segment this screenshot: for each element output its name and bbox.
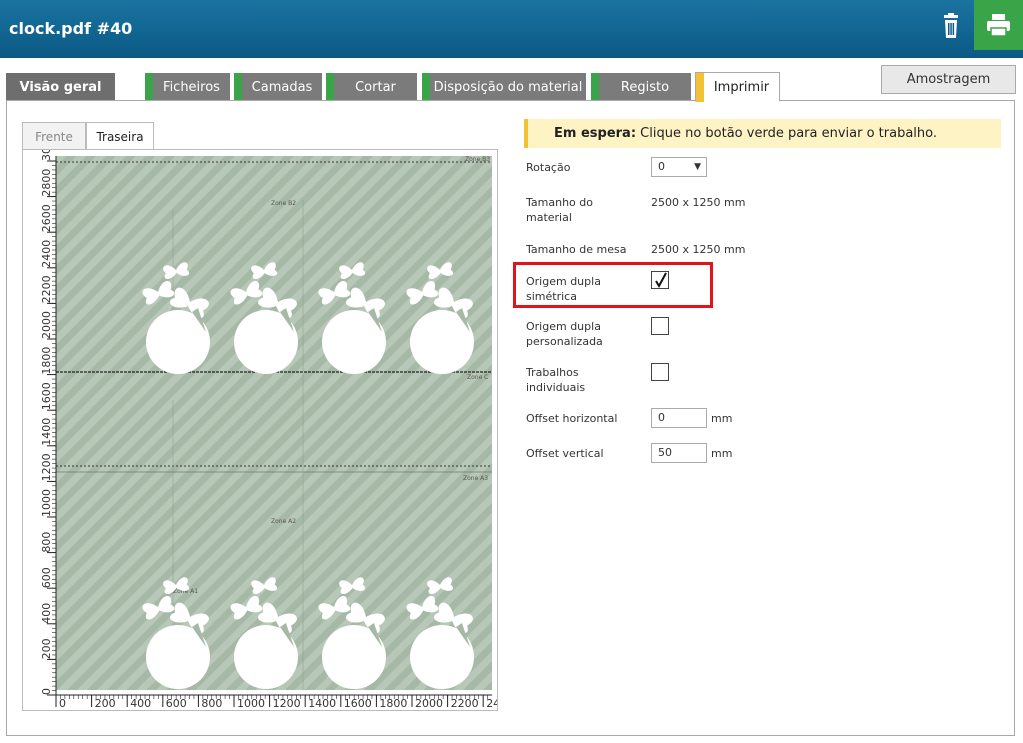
tab-cut[interactable]: Cortar (326, 73, 417, 102)
ruler-tick-label: 800 (201, 697, 222, 710)
table-size-label: Tamanho de mesa (526, 243, 627, 256)
zone-edge-label: Zone C (467, 374, 488, 381)
ruler-tick-label: 600 (40, 567, 53, 588)
ruler-tick-label: 2400 (40, 240, 53, 268)
tab-layers[interactable]: Camadas (234, 73, 322, 102)
ruler-tick-label: 200 (95, 697, 116, 710)
offset-vertical-unit: mm (711, 447, 733, 460)
offset-vertical-label: Offset vertical (526, 447, 604, 460)
zone-label: Zone A2 (271, 518, 296, 525)
individual-jobs-checkbox[interactable] (651, 363, 669, 381)
ruler-tick-label: 2800 (40, 169, 53, 197)
tab-label: Ficheiros (163, 80, 220, 95)
checkmark-icon (655, 272, 667, 289)
status-message: Clique no botão verde para enviar o trab… (640, 126, 938, 141)
dual-origin-symmetric-label: Origem dupla simétrica (526, 275, 601, 303)
ruler-tick-label: 0 (59, 697, 66, 710)
ruler-tick-label: 1000 (40, 489, 53, 517)
rotation-select[interactable]: 0 ▼ (651, 157, 707, 177)
subtab-front[interactable]: Frente (22, 122, 86, 150)
tab-label: Visão geral (19, 80, 102, 95)
tab-status-mark (145, 73, 153, 102)
ruler-tick-label: 200 (40, 638, 53, 659)
offset-horizontal-label: Offset horizontal (526, 412, 618, 425)
ruler-tick-label: 400 (130, 697, 151, 710)
ruler-tick-label: 2200 (40, 275, 53, 303)
tab-status-mark (422, 73, 430, 102)
tab-label: Camadas (251, 80, 313, 95)
printer-icon (987, 14, 1010, 37)
ruler-tick-label: 1800 (40, 347, 53, 375)
ruler-tick-label: 1600 (40, 382, 53, 410)
trash-icon[interactable] (933, 6, 969, 46)
ruler-tick-label: 3000 (40, 150, 53, 161)
ruler-tick-label: 2600 (40, 204, 53, 232)
tab-status-mark (591, 73, 599, 102)
tab-print[interactable]: Imprimir (695, 72, 780, 102)
ruler-tick-label: 2000 (40, 311, 53, 339)
tab-files[interactable]: Ficheiros (145, 73, 230, 102)
tab-registration[interactable]: Registo (591, 73, 691, 102)
chevron-down-icon: ▼ (694, 162, 701, 172)
ruler-tick-label: 24 (486, 697, 497, 710)
rotation-label: Rotação (526, 161, 571, 174)
dual-origin-custom-checkbox[interactable] (651, 317, 669, 335)
ruler-tick-label: 2200 (451, 697, 479, 710)
rotation-value: 0 (658, 160, 665, 173)
horizontal-ruler: 0 200 400 600 800 1000 1200 1400 1600 1800 2000 220… (55, 695, 500, 710)
ruler-tick-label: 800 (40, 532, 53, 553)
zone-edge-label: Zone A3 (463, 475, 488, 482)
zone-edge-label: Zone B3 (465, 156, 490, 163)
offset-horizontal-input[interactable]: 0 (651, 408, 707, 428)
status-banner: Em espera: Clique no botão verde para en… (524, 119, 1001, 148)
subtab-back[interactable]: Traseira (86, 122, 154, 150)
ruler-tick-label: 400 (40, 603, 53, 624)
ruler-tick-label: 1600 (344, 697, 372, 710)
print-preview: Zone B2 Zone A2 Zone A1 Zone B3 Zone C Z… (22, 133, 500, 711)
dual-origin-symmetric-checkbox[interactable] (651, 271, 669, 289)
offset-vertical-input[interactable]: 50 (651, 443, 707, 463)
tab-label: Imprimir (713, 80, 770, 95)
ruler-tick-label: 0 (40, 688, 53, 695)
individual-jobs-label: Trabalhos individuais (526, 366, 586, 394)
status-prefix: Em espera: (554, 126, 637, 141)
material-size-value: 2500 x 1250 mm (651, 196, 746, 209)
dual-origin-custom-label: Origem dupla personalizada (526, 320, 603, 348)
ruler-tick-label: 1400 (308, 697, 336, 710)
title-bar: clock.pdf #40 (0, 0, 1023, 58)
material-size-label: Tamanho do material (526, 196, 593, 224)
ruler-tick-label: 1200 (40, 453, 53, 481)
tab-label: Registo (620, 80, 670, 95)
tab-overview[interactable]: Visão geral (6, 73, 115, 102)
sampling-button[interactable]: Amostragem (881, 65, 1016, 94)
ruler-tick-label: 2000 (415, 697, 443, 710)
ruler-tick-label: 1200 (273, 697, 301, 710)
ruler-tick-label: 1400 (40, 418, 53, 446)
print-button[interactable] (974, 0, 1023, 50)
ruler-tick-label: 1000 (237, 697, 265, 710)
table-size-value: 2500 x 1250 mm (651, 243, 746, 256)
tab-status-mark (234, 73, 242, 102)
offset-horizontal-unit: mm (711, 412, 733, 425)
tab-status-mark (696, 73, 704, 102)
tab-label: Disposição do material (433, 80, 583, 95)
zone-label: Zone B2 (271, 200, 296, 207)
window-title: clock.pdf #40 (9, 19, 133, 38)
ruler-tick-label: 1800 (379, 697, 407, 710)
ruler-tick-label: 600 (166, 697, 187, 710)
tab-status-mark (326, 73, 334, 102)
tab-material-layout[interactable]: Disposição do material (422, 73, 586, 102)
tab-label: Cortar (355, 80, 396, 95)
